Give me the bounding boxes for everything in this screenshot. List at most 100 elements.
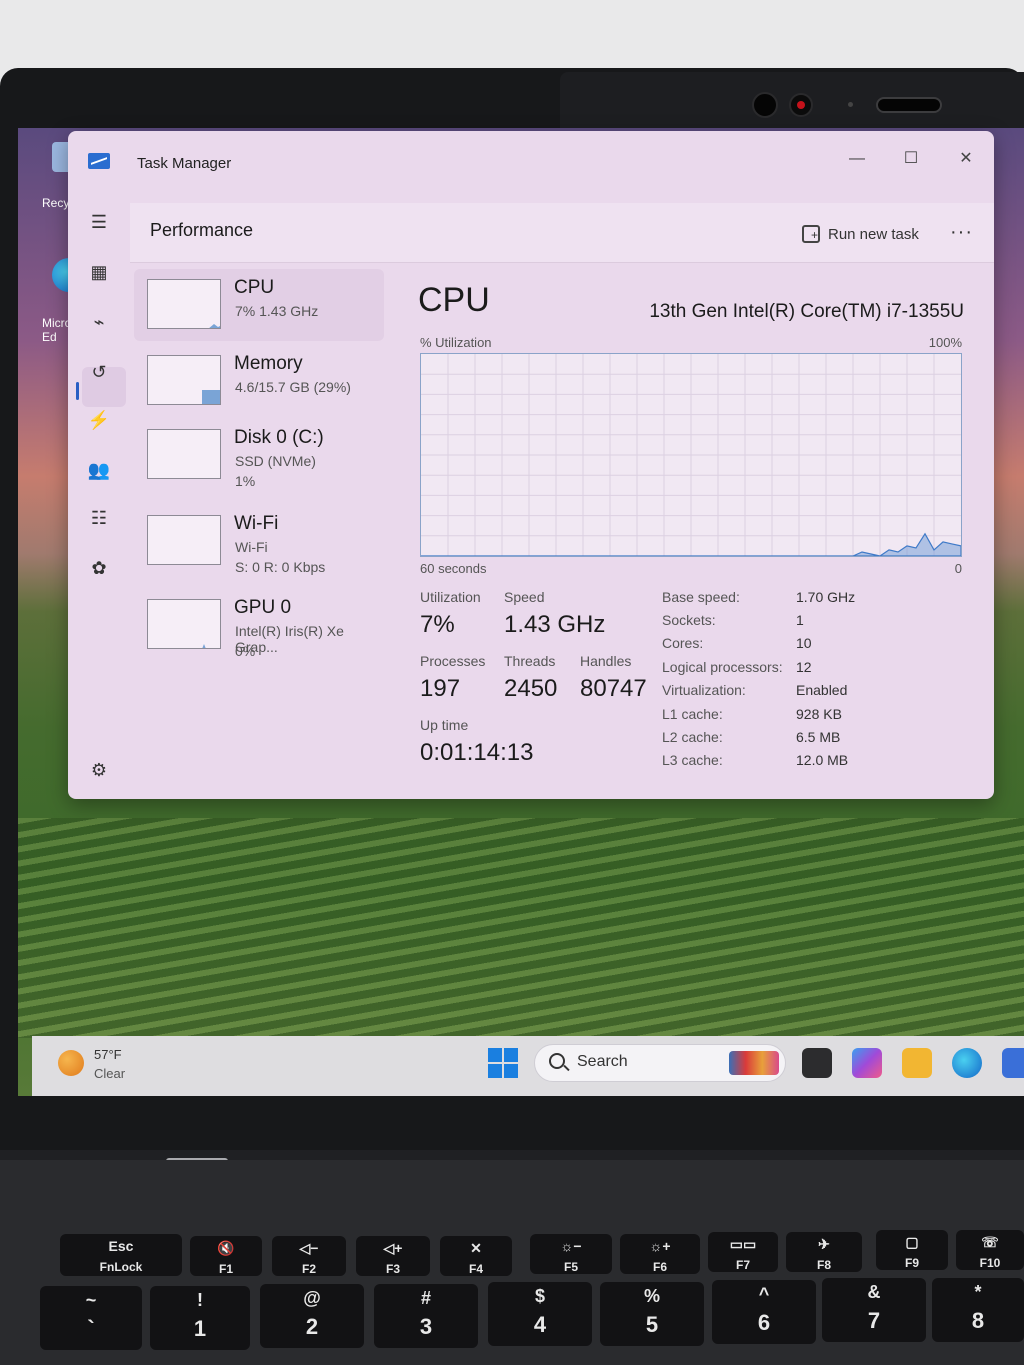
key-f8[interactable]: ✈ F8 <box>786 1232 862 1272</box>
key-label: ◁+ <box>383 1240 403 1256</box>
resource-item-cpu[interactable]: CPU 7% 1.43 GHz <box>134 269 384 341</box>
windows-logo-pane <box>504 1064 518 1078</box>
resource-detail: SSD (NVMe) <box>235 453 316 469</box>
key-label: $ <box>534 1286 545 1306</box>
key-label: ◁− <box>299 1240 319 1256</box>
weather-temperature[interactable]: 57°F <box>94 1047 122 1062</box>
handles-label: Handles <box>580 653 632 669</box>
key-f7[interactable]: ▭▭ F7 <box>708 1232 778 1272</box>
run-new-task-button[interactable]: Run new task <box>802 221 919 247</box>
spec-value: 10 <box>796 635 812 651</box>
task-view-icon[interactable] <box>802 1048 832 1078</box>
key-6[interactable]: ^ 6 <box>712 1280 816 1344</box>
minimize-button[interactable]: — <box>842 147 872 171</box>
graph-y-min: 0 <box>954 561 962 576</box>
resource-usage: S: 0 R: 0 Kbps <box>235 559 326 575</box>
spec-label: Sockets: <box>662 612 716 628</box>
key-esc[interactable]: Esc FnLock <box>60 1234 182 1276</box>
title-bar[interactable]: Task Manager — ☐ ✕ <box>68 131 994 195</box>
run-new-task-label: Run new task <box>828 225 919 243</box>
key-1[interactable]: ! 1 <box>150 1286 250 1350</box>
search-placeholder: Search <box>577 1053 628 1070</box>
key-f9[interactable]: ▢ F9 <box>876 1230 948 1270</box>
key-3[interactable]: #3 <box>374 1284 478 1348</box>
details-icon[interactable]: ☷ <box>86 505 112 531</box>
key-5[interactable]: % 5 <box>600 1282 704 1346</box>
settings-icon[interactable]: ⚙ <box>86 757 112 783</box>
key-f2[interactable]: ◁− F2 <box>272 1236 346 1276</box>
run-new-task-icon <box>802 225 820 243</box>
resource-item-disk[interactable]: Disk 0 (C:) SSD (NVMe) 1% <box>134 419 384 491</box>
resource-list: CPU 7% 1.43 GHz Memory 4.6/15.7 GB (29%)… <box>130 263 388 799</box>
services-icon[interactable]: ✿ <box>86 555 112 581</box>
spec-label: Logical processors: <box>662 659 783 675</box>
performance-icon[interactable]: ⌁ <box>86 309 112 335</box>
key-2[interactable]: @2 <box>260 1284 364 1348</box>
more-options-button[interactable]: ··· <box>950 221 973 244</box>
spec-value: 12 <box>796 659 812 675</box>
key-sublabel: F3 <box>385 1262 400 1276</box>
start-button[interactable] <box>488 1048 518 1078</box>
key-f1[interactable]: 🔇 F1 <box>190 1236 262 1276</box>
spec-value: 1 <box>796 612 804 628</box>
key-f6[interactable]: ☼+ F6 <box>620 1234 700 1274</box>
users-icon[interactable]: 👥 <box>86 457 112 483</box>
page-title: Performance <box>150 220 254 240</box>
cpu-heading: CPU <box>418 281 490 319</box>
spec-value: 928 KB <box>796 706 842 722</box>
weather-condition[interactable]: Clear <box>94 1066 125 1081</box>
resource-item-wifi[interactable]: Wi-Fi Wi-Fi S: 0 R: 0 Kbps <box>134 505 384 577</box>
key-label: ! <box>197 1290 203 1310</box>
edge-taskbar-icon[interactable] <box>952 1048 982 1078</box>
hamburger-menu-icon[interactable]: ☰ <box>86 209 112 235</box>
processes-label: Processes <box>420 653 486 669</box>
cpu-utilization-graph[interactable] <box>420 353 962 557</box>
graph-y-label: % Utilization <box>420 335 492 350</box>
app-history-icon[interactable]: ↺ <box>86 359 112 385</box>
key-8[interactable]: * 8 <box>932 1278 1024 1342</box>
startup-apps-icon[interactable]: ⚡ <box>86 407 112 433</box>
key-sublabel: F8 <box>816 1258 831 1272</box>
processes-icon[interactable]: ▦ <box>86 259 112 285</box>
spec-value: Enabled <box>796 682 848 698</box>
key-sublabel: F10 <box>979 1256 1001 1270</box>
key-sublabel: F2 <box>301 1262 316 1276</box>
key-label: ✕ <box>470 1240 482 1256</box>
key-backtick[interactable]: ~ ` <box>40 1286 142 1350</box>
speed-label: Speed <box>504 589 545 605</box>
weather-moon-icon[interactable] <box>58 1050 84 1076</box>
key-7[interactable]: & 7 <box>822 1278 926 1342</box>
close-button[interactable]: ✕ <box>951 147 981 171</box>
uptime-label: Up time <box>420 717 469 733</box>
key-sublabel: 8 <box>971 1308 985 1333</box>
microsoft365-icon[interactable] <box>852 1048 882 1078</box>
key-f3[interactable]: ◁+ F3 <box>356 1236 430 1276</box>
nav-active-indicator <box>76 382 79 400</box>
nav-rail: ☰ ▦ ⌁ ↺ ⚡ 👥 ☷ ✿ ⚙ <box>68 195 130 799</box>
file-explorer-icon[interactable] <box>902 1048 932 1078</box>
store-icon[interactable] <box>1002 1048 1024 1078</box>
resource-item-memory[interactable]: Memory 4.6/15.7 GB (29%) <box>134 345 384 417</box>
cpu-thumbnail-graph <box>147 279 221 329</box>
maximize-button[interactable]: ☐ <box>896 147 926 171</box>
camera-lens <box>752 92 778 118</box>
processes-value: 197 <box>420 675 461 702</box>
resource-name: Disk 0 (C:) <box>234 427 324 448</box>
key-sublabel: 2 <box>305 1314 319 1339</box>
windows-logo-pane <box>488 1064 502 1078</box>
resource-item-gpu[interactable]: GPU 0 Intel(R) Iris(R) Xe Grap... 0% <box>134 589 384 661</box>
key-f10[interactable]: ☏ F10 <box>956 1230 1024 1270</box>
key-f5[interactable]: ☼− F5 <box>530 1234 612 1274</box>
spec-value: 6.5 MB <box>796 729 841 745</box>
windows-logo-icon <box>488 1048 502 1062</box>
key-sublabel: 7 <box>867 1308 881 1333</box>
utilization-value: 7% <box>420 611 455 638</box>
cpu-model: 13th Gen Intel(R) Core(TM) i7-1355U <box>649 301 964 322</box>
key-label: * <box>974 1282 982 1302</box>
taskbar-search[interactable]: Search <box>534 1044 786 1082</box>
key-f4[interactable]: ✕ F4 <box>440 1236 512 1276</box>
key-4[interactable]: $4 <box>488 1282 592 1346</box>
key-label: ☼− <box>560 1238 582 1254</box>
resource-detail: Intel(R) Iris(R) Xe Grap... <box>235 623 344 655</box>
memory-thumbnail-graph <box>147 355 221 405</box>
